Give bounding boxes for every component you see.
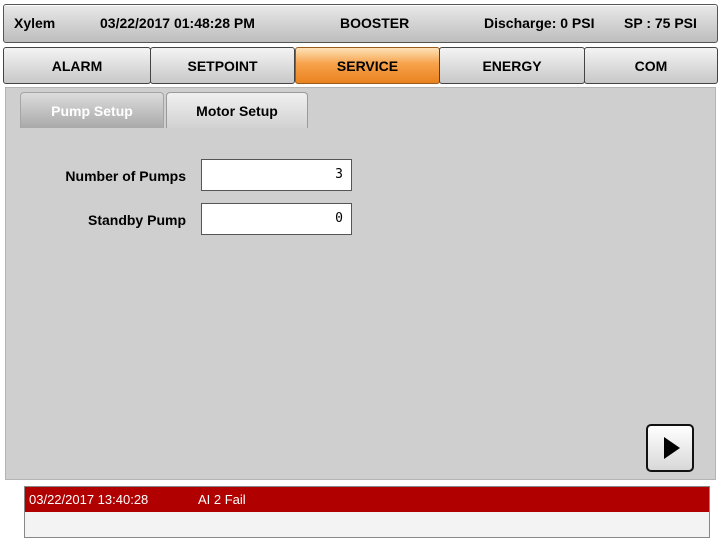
tab-service[interactable]: SERVICE xyxy=(295,47,440,84)
setpoint-label: SP : 75 PSI xyxy=(624,15,697,31)
number-of-pumps-label: Number of Pumps xyxy=(65,168,186,184)
tab-alarm[interactable]: ALARM xyxy=(3,47,151,84)
service-panel: Pump Setup Motor Setup xyxy=(5,87,716,480)
number-of-pumps-input[interactable]: 3 xyxy=(201,159,352,191)
next-page-button[interactable] xyxy=(646,424,694,472)
alarm-message: AI 2 Fail xyxy=(198,492,246,507)
alarm-list: 03/22/2017 13:40:28 AI 2 Fail xyxy=(24,486,710,538)
subtab-motor-setup[interactable]: Motor Setup xyxy=(166,92,308,128)
standby-pump-input[interactable]: 0 xyxy=(201,203,352,235)
mode-label: BOOSTER xyxy=(340,15,410,31)
subtab-pump-setup[interactable]: Pump Setup xyxy=(20,92,164,128)
tab-com[interactable]: COM xyxy=(584,47,718,84)
brand-label: Xylem xyxy=(14,15,56,31)
tab-setpoint[interactable]: SETPOINT xyxy=(150,47,295,84)
alarm-timestamp: 03/22/2017 13:40:28 xyxy=(29,492,149,507)
alarm-row[interactable]: 03/22/2017 13:40:28 AI 2 Fail xyxy=(25,487,709,512)
datetime-label: 03/22/2017 01:48:28 PM xyxy=(100,15,255,31)
discharge-label: Discharge: 0 PSI xyxy=(484,15,595,31)
hmi-screen: Xylem 03/22/2017 01:48:28 PM BOOSTER Dis… xyxy=(0,0,722,545)
standby-pump-label: Standby Pump xyxy=(87,212,186,228)
main-tabs: ALARM SETPOINT SERVICE ENERGY COM xyxy=(3,47,718,84)
tab-energy[interactable]: ENERGY xyxy=(439,47,585,84)
play-arrow-icon xyxy=(664,437,680,459)
status-bar: Xylem 03/22/2017 01:48:28 PM BOOSTER Dis… xyxy=(3,4,718,43)
